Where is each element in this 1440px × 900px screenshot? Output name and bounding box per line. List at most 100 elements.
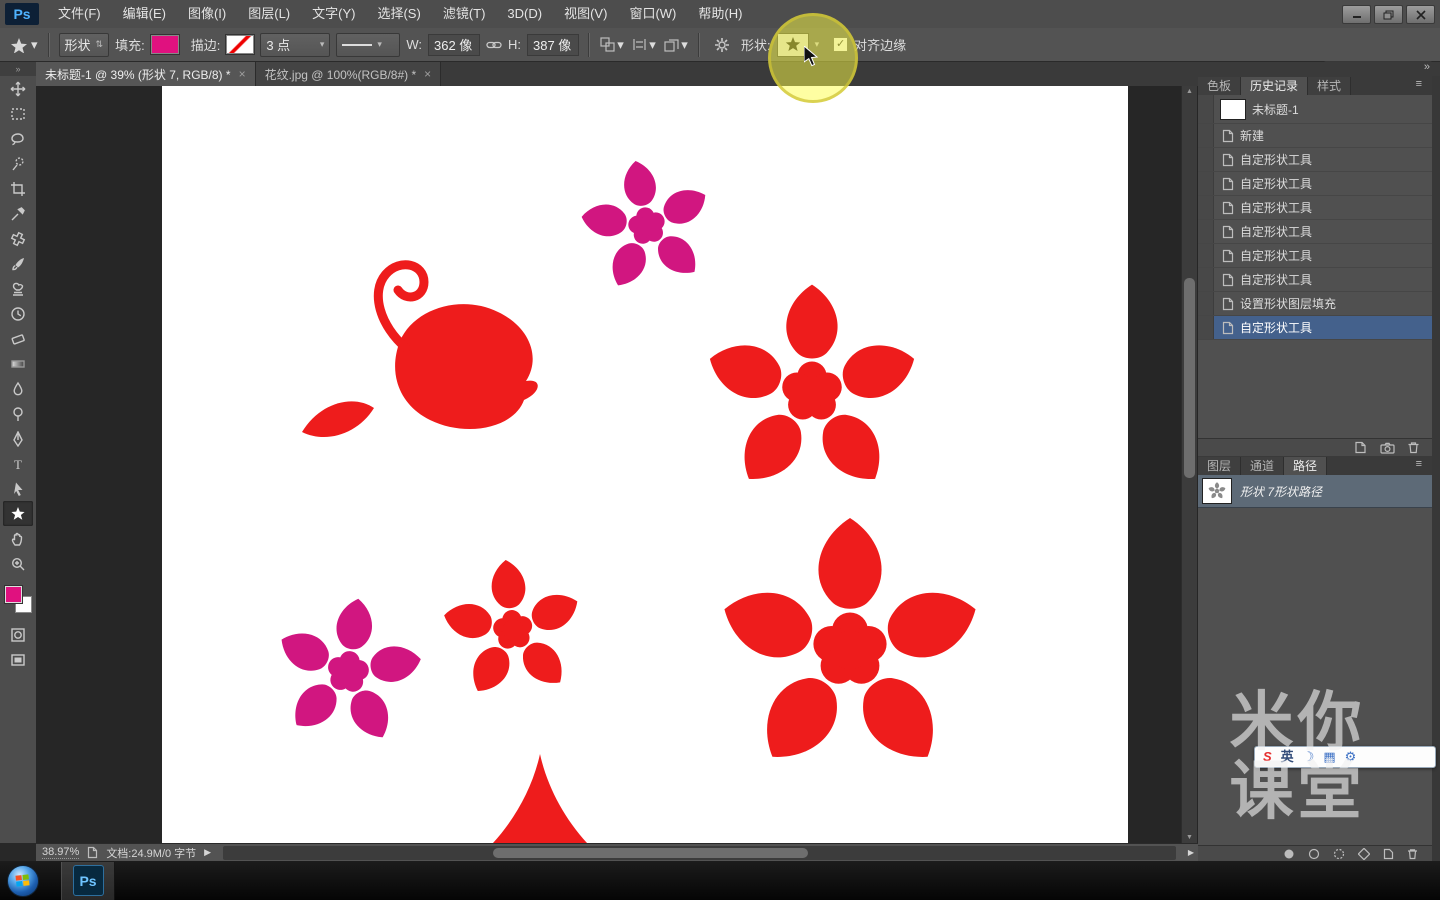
tab-close-icon[interactable]: × <box>424 67 431 81</box>
tab-channels[interactable]: 通道 <box>1241 457 1285 475</box>
path-arrangement-button[interactable]: ▾ <box>663 33 689 57</box>
delete-path-icon[interactable] <box>1407 848 1418 860</box>
new-document-from-state-icon[interactable] <box>1354 441 1368 454</box>
align-edges-checkbox[interactable]: ✓ <box>833 37 849 52</box>
history-row-selected[interactable]: 自定形状工具 <box>1198 316 1432 340</box>
history-row[interactable]: 自定形状工具 <box>1198 268 1432 292</box>
fill-color-swatch[interactable] <box>150 35 179 54</box>
horizontal-scroll-thumb[interactable] <box>493 847 809 858</box>
stroke-color-swatch[interactable] <box>226 35 255 54</box>
history-row[interactable]: 设置形状图层填充 <box>1198 292 1432 316</box>
history-source-column[interactable] <box>1198 95 1214 123</box>
new-path-icon[interactable] <box>1383 848 1394 860</box>
tool-eraser[interactable] <box>3 326 33 351</box>
tool-spot-healing[interactable] <box>3 226 33 251</box>
history-source-column[interactable] <box>1198 292 1214 315</box>
path-row-selected[interactable]: 形状 7形状路径 <box>1198 475 1432 508</box>
menu-select[interactable]: 选择(S) <box>366 0 431 28</box>
custom-shape-preview[interactable] <box>776 32 809 57</box>
tab-styles[interactable]: 样式 <box>1308 77 1352 95</box>
history-source-column[interactable] <box>1198 244 1214 267</box>
close-button[interactable] <box>1406 5 1435 24</box>
history-row[interactable]: 自定形状工具 <box>1198 172 1432 196</box>
panel-menu-icon[interactable]: ≡ <box>1416 78 1422 90</box>
load-selection-icon[interactable] <box>1333 848 1345 860</box>
tool-path-selection[interactable] <box>3 476 33 501</box>
tab-close-icon[interactable]: × <box>239 67 246 81</box>
tool-blur[interactable] <box>3 376 33 401</box>
stroke-path-icon[interactable] <box>1308 848 1320 860</box>
make-work-path-icon[interactable] <box>1358 847 1370 860</box>
language-mode-icon[interactable]: 英 <box>1281 746 1294 768</box>
document-canvas[interactable] <box>162 86 1128 843</box>
history-row[interactable]: 自定形状工具 <box>1198 196 1432 220</box>
tool-clone-stamp[interactable] <box>3 276 33 301</box>
tool-type[interactable]: T <box>3 451 33 476</box>
shape-width-field[interactable]: 362 像 <box>428 33 480 56</box>
fill-path-icon[interactable] <box>1283 848 1295 860</box>
status-flyout-icon[interactable]: ▶ <box>204 847 211 858</box>
scroll-right-icon[interactable]: ▶ <box>1188 848 1194 857</box>
zoom-level-field[interactable]: 38.97% <box>42 846 80 859</box>
tool-history-brush[interactable] <box>3 301 33 326</box>
menu-file[interactable]: 文件(F) <box>47 0 112 28</box>
tab-layers[interactable]: 图层 <box>1198 457 1242 475</box>
menu-window[interactable]: 窗口(W) <box>618 0 687 28</box>
tool-quick-selection[interactable] <box>3 151 33 176</box>
stroke-style-select[interactable]: ▾ <box>336 32 401 57</box>
tab-paths[interactable]: 路径 <box>1284 457 1328 475</box>
link-dimensions-icon[interactable] <box>486 39 502 51</box>
dropdown-arrow-icon[interactable]: ▾ <box>815 39 820 50</box>
history-source-column[interactable] <box>1198 148 1214 171</box>
history-source-column[interactable] <box>1198 124 1214 147</box>
history-snapshot-row[interactable]: 未标题-1 <box>1198 95 1432 124</box>
document-tab-inactive[interactable]: 花纹.jpg @ 100%(RGB/8#) * × <box>255 62 442 86</box>
path-alignment-button[interactable]: ▾ <box>631 33 657 57</box>
tab-swatches[interactable]: 色板 <box>1198 77 1242 95</box>
taskbar-photoshop-button[interactable]: Ps <box>61 861 115 900</box>
geometry-options-button[interactable] <box>709 33 735 57</box>
vertical-scrollbar[interactable]: ▲ ▼ <box>1181 86 1197 843</box>
panel-menu-icon[interactable]: ≡ <box>1416 458 1422 470</box>
collapse-panels-icon[interactable]: » <box>1424 61 1430 73</box>
scroll-down-icon[interactable]: ▼ <box>1182 834 1197 841</box>
new-snapshot-icon[interactable] <box>1380 442 1395 454</box>
history-source-column[interactable] <box>1198 196 1214 219</box>
history-row[interactable]: 自定形状工具 <box>1198 148 1432 172</box>
restore-button[interactable] <box>1374 5 1403 24</box>
foreground-color-swatch[interactable] <box>5 586 22 603</box>
document-tab-active[interactable]: 未标题-1 @ 39% (形状 7, RGB/8) * × <box>36 62 256 86</box>
tool-eyedropper[interactable] <box>3 201 33 226</box>
tab-history[interactable]: 历史记录 <box>1241 77 1309 95</box>
tool-brush[interactable] <box>3 251 33 276</box>
shape-height-field[interactable]: 387 像 <box>527 33 579 56</box>
vertical-scroll-thumb[interactable] <box>1184 278 1195 478</box>
menu-filter[interactable]: 滤镜(T) <box>432 0 497 28</box>
menu-help[interactable]: 帮助(H) <box>687 0 753 28</box>
ime-toolbox-icon[interactable]: ⚙ <box>1345 746 1357 768</box>
tool-crop[interactable] <box>3 176 33 201</box>
menu-edit[interactable]: 编辑(E) <box>112 0 177 28</box>
delete-icon[interactable] <box>1407 441 1420 454</box>
soft-keyboard-icon[interactable]: ▦ <box>1323 746 1335 768</box>
start-button[interactable] <box>7 864 39 897</box>
tool-lasso[interactable] <box>3 126 33 151</box>
history-source-column[interactable] <box>1198 268 1214 291</box>
tool-dodge[interactable] <box>3 401 33 426</box>
horizontal-scrollbar[interactable] <box>223 845 1176 860</box>
menu-image[interactable]: 图像(I) <box>177 0 237 28</box>
tool-zoom[interactable] <box>3 551 33 576</box>
tool-mode-select[interactable]: 形状 ⇅ <box>58 32 110 57</box>
stroke-width-select[interactable]: 3 点 ▾ <box>260 32 331 57</box>
toolbar-collapse-chevron[interactable]: » <box>0 62 36 76</box>
menu-3d[interactable]: 3D(D) <box>496 0 553 28</box>
tool-move[interactable] <box>3 76 33 101</box>
menu-type[interactable]: 文字(Y) <box>301 0 366 28</box>
minimize-button[interactable] <box>1342 5 1371 24</box>
history-source-column[interactable] <box>1198 316 1214 339</box>
path-operations-button[interactable]: ▾ <box>599 33 625 57</box>
history-row[interactable]: 自定形状工具 <box>1198 220 1432 244</box>
tool-rectangular-marquee[interactable] <box>3 101 33 126</box>
scroll-up-icon[interactable]: ▲ <box>1182 88 1197 95</box>
tool-custom-shape[interactable] <box>3 501 33 526</box>
